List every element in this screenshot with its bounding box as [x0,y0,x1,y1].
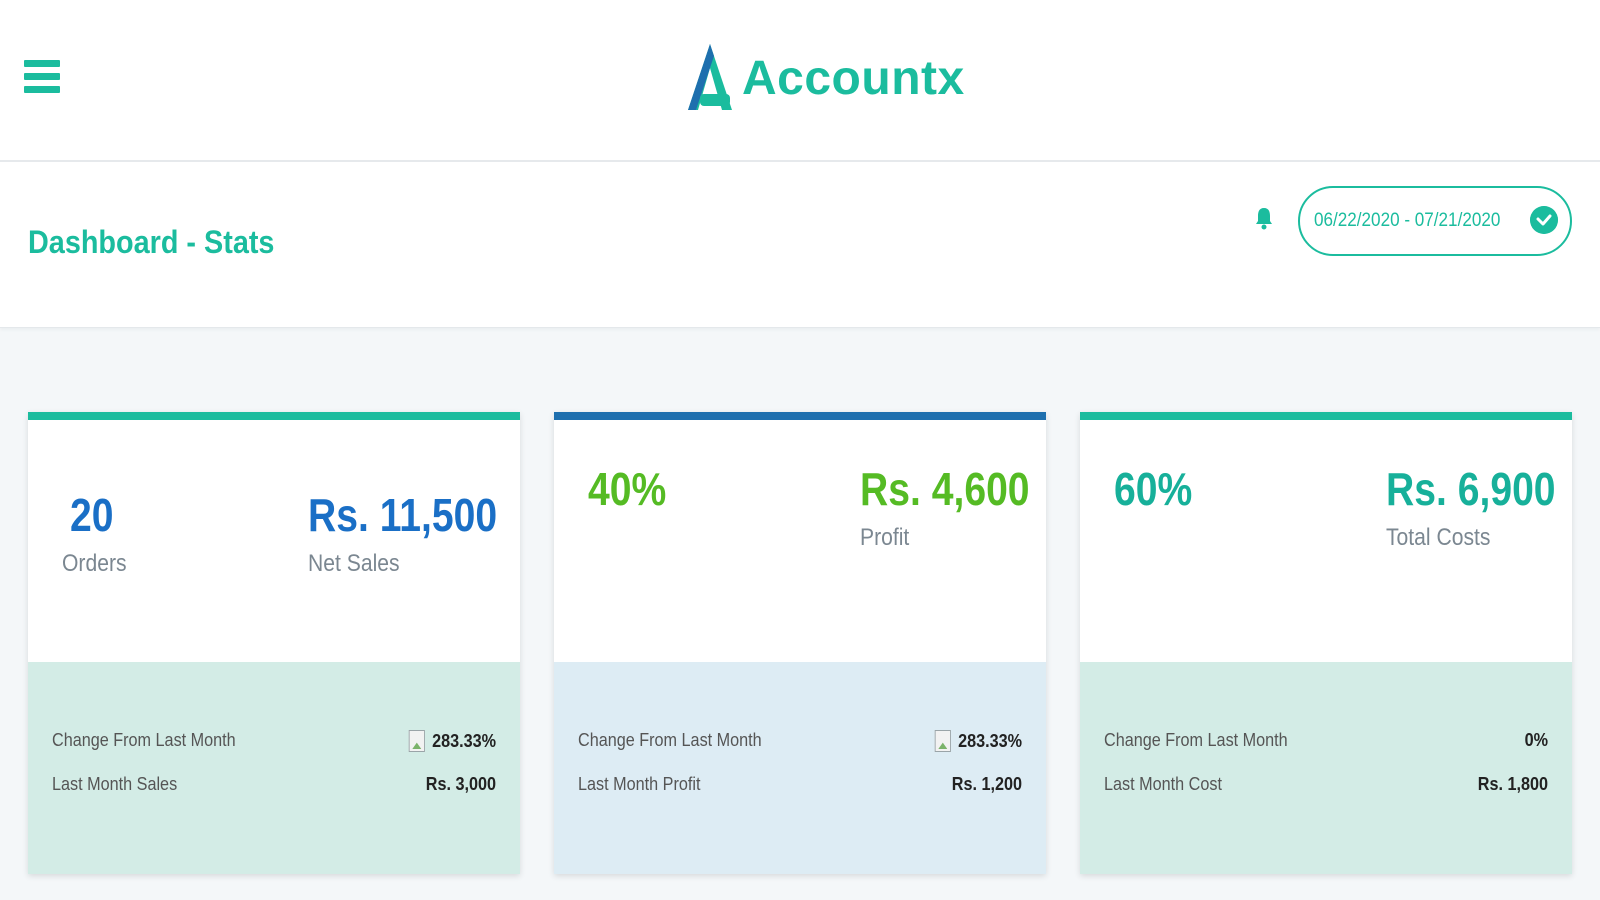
change-percent: 0% [1524,730,1548,750]
logo-mark-icon [688,44,732,110]
total-costs-value: Rs. 6,900 [1386,463,1556,515]
check-circle-icon[interactable] [1530,206,1558,234]
change-value: 283.33% [408,730,496,752]
profit-label: Profit [860,524,910,551]
bell-icon[interactable] [1254,206,1274,230]
change-label: Change From Last Month [52,730,236,750]
last-month-value: Rs. 3,000 [425,774,496,794]
app-logo[interactable]: Accountx [684,40,965,116]
date-range-picker[interactable]: 06/22/2020 - 07/21/2020 [1298,186,1572,256]
menu-icon[interactable] [24,60,60,104]
top-navbar: Accountx [0,0,1600,162]
change-percent: 283.33% [958,730,1022,751]
change-label: Change From Last Month [578,730,762,750]
page-title: Dashboard - Stats [28,224,275,260]
net-sales-label: Net Sales [308,550,400,577]
last-month-label: Last Month Cost [1104,774,1222,794]
page-header: Dashboard - Stats 06/22/2020 - 07/21/202… [0,162,1600,328]
last-month-label: Last Month Profit [578,774,701,794]
last-month-label: Last Month Sales [52,774,178,794]
last-month-value: Rs. 1,200 [951,774,1022,794]
profit-value: Rs. 4,600 [860,463,1030,515]
orders-label: Orders [62,550,127,577]
change-percent: 283.33% [432,730,496,751]
orders-value: 20 [70,489,114,541]
cost-percent: 60% [1114,463,1193,515]
stats-card-sales: 20 Orders Rs. 11,500 Net Sales Change Fr… [28,412,520,874]
date-range-text: 06/22/2020 - 07/21/2020 [1314,210,1501,231]
card-footer: Change From Last Month 0% Last Month Cos… [1080,662,1572,874]
app-name: Accountx [742,51,965,105]
card-footer: Change From Last Month 283.33% Last Mont… [28,662,520,874]
stats-card-costs: 60% Rs. 6,900 Total Costs Change From La… [1080,412,1572,874]
trend-icon [408,730,425,752]
change-value: 283.33% [934,730,1022,752]
trend-icon [934,730,951,752]
net-sales-value: Rs. 11,500 [308,489,498,541]
profit-percent: 40% [588,463,667,515]
total-costs-label: Total Costs [1386,524,1491,551]
card-footer: Change From Last Month 283.33% Last Mont… [554,662,1046,874]
change-value: 0% [1525,730,1548,751]
last-month-value: Rs. 1,800 [1477,774,1548,794]
stats-card-profit: 40% Rs. 4,600 Profit Change From Last Mo… [554,412,1046,874]
change-label: Change From Last Month [1104,730,1288,750]
